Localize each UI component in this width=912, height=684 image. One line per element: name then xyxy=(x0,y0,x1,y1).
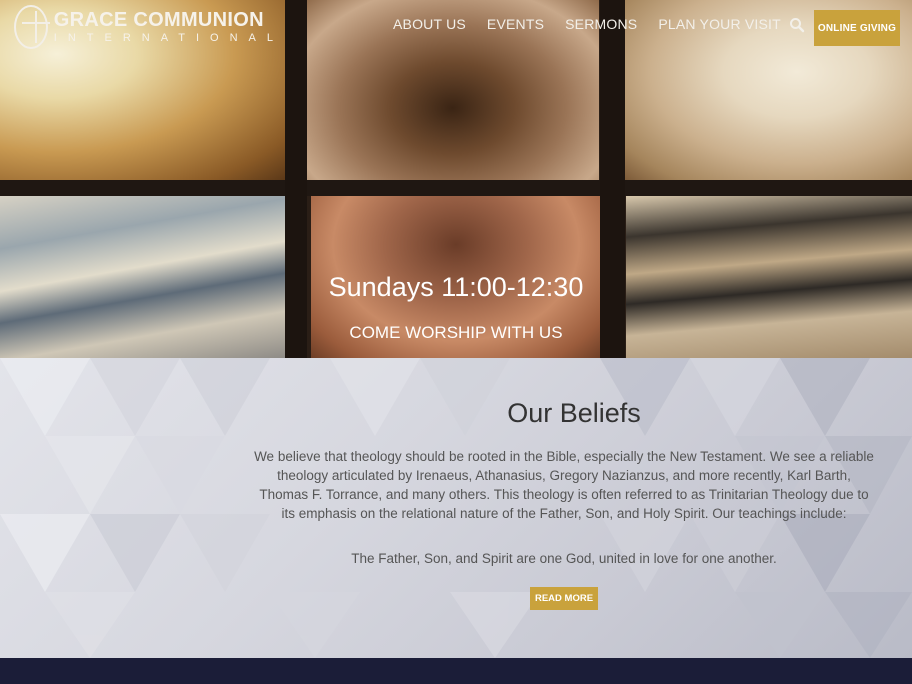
nav-events[interactable]: EVENTS xyxy=(487,16,544,32)
beliefs-teaching-line: The Father, Son, and Spirit are one God,… xyxy=(351,551,777,566)
nav-plan-your-visit[interactable]: PLAN YOUR VISIT xyxy=(658,16,781,32)
globe-cross-icon xyxy=(14,5,50,49)
nav-sermons[interactable]: SERMONS xyxy=(565,16,637,32)
hero-subtitle: COME WORSHIP WITH US xyxy=(349,323,563,342)
top-nav: GRACE COMMUNION INTERNATIONAL ABOUT US E… xyxy=(0,0,912,52)
main-menu: ABOUT US EVENTS SERMONS PLAN YOUR VISIT xyxy=(393,16,781,32)
online-giving-button[interactable]: ONLINE GIVING xyxy=(814,10,900,46)
search-icon[interactable] xyxy=(789,17,805,33)
beliefs-title: Our Beliefs xyxy=(507,398,641,428)
beliefs-paragraph: We believe that theology should be roote… xyxy=(254,449,874,521)
footer-bar xyxy=(0,658,912,684)
site-logo[interactable]: GRACE COMMUNION INTERNATIONAL xyxy=(14,4,284,50)
beliefs-section: Our Beliefs We believe that theology sho… xyxy=(0,358,912,658)
logo-subtitle: INTERNATIONAL xyxy=(53,32,284,44)
window-lead xyxy=(600,0,625,358)
hero-title: Sundays 11:00-12:30 xyxy=(328,272,584,302)
window-lead xyxy=(0,180,912,196)
logo-title: GRACE COMMUNION xyxy=(53,9,264,31)
nav-about-us[interactable]: ABOUT US xyxy=(393,16,466,32)
window-lead xyxy=(285,0,307,358)
hero-banner: Sundays 11:00-12:30 COME WORSHIP WITH US xyxy=(0,0,912,358)
read-more-button[interactable]: READ MORE xyxy=(530,587,598,610)
